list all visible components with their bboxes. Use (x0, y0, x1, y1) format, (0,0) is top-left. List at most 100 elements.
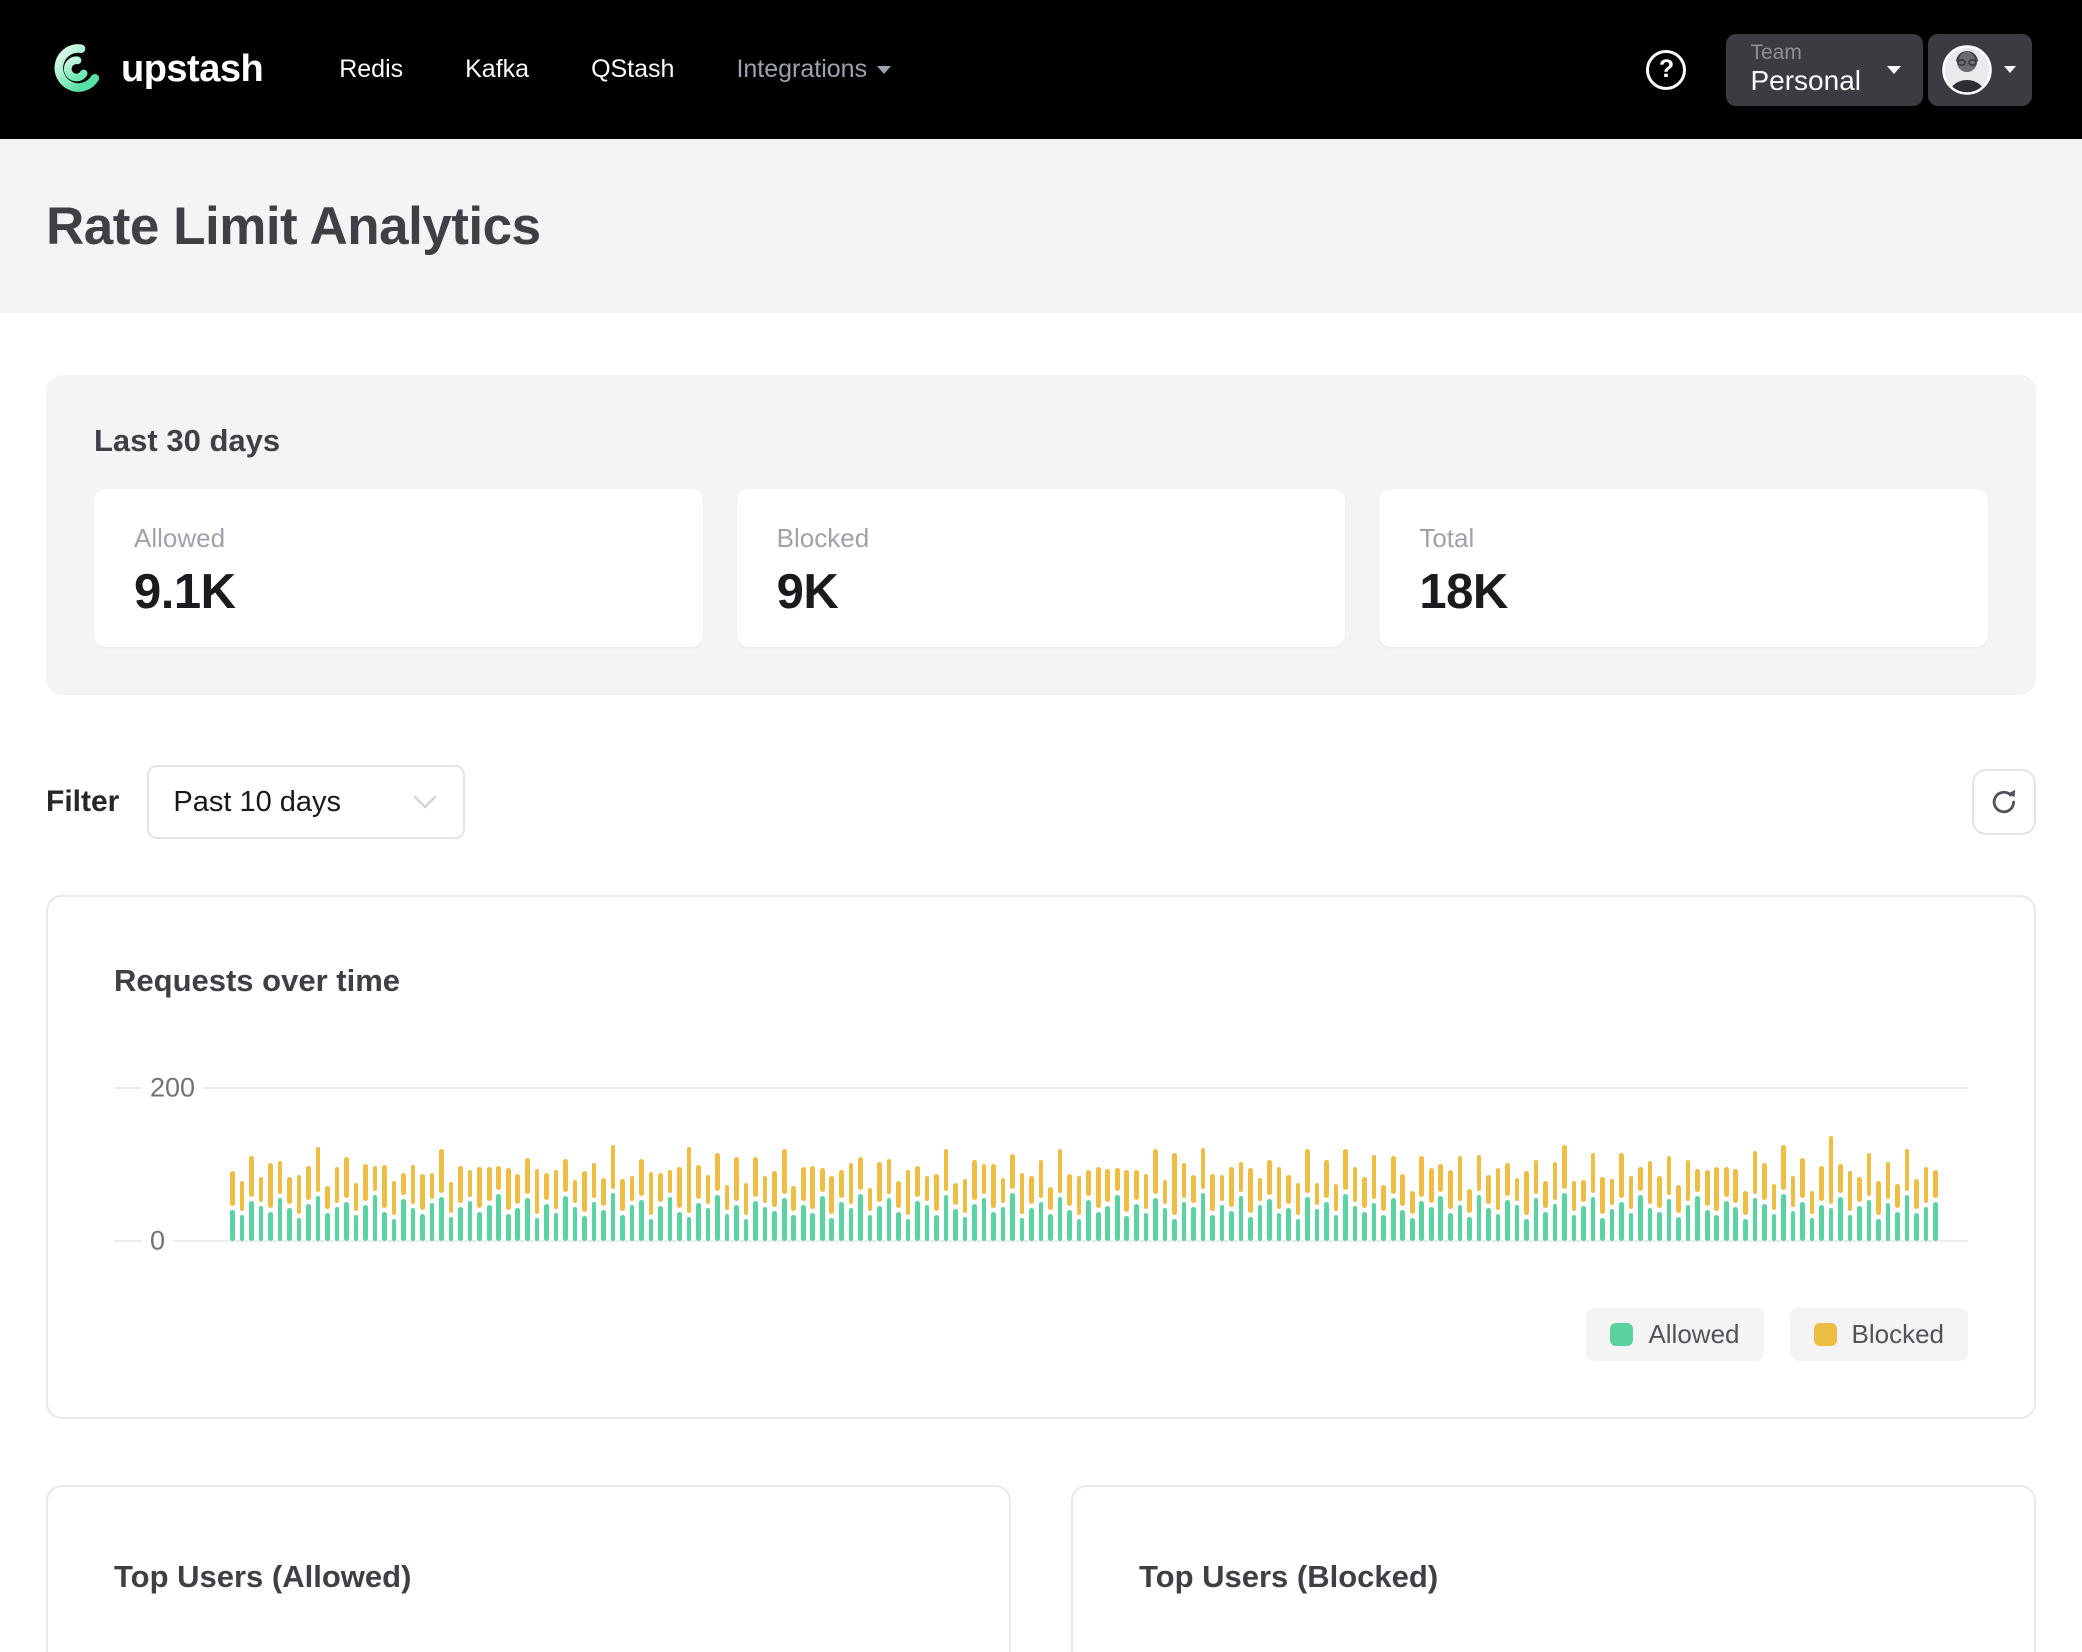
user-menu-button[interactable] (1928, 34, 2032, 106)
chart-bar (544, 1173, 549, 1241)
chevron-down-icon (413, 795, 437, 810)
refresh-button[interactable] (1972, 769, 2036, 835)
chart-bar (1876, 1181, 1881, 1241)
chart-bar (1743, 1191, 1748, 1241)
nav-link-qstash[interactable]: QStash (591, 55, 674, 84)
chart-bar (1305, 1149, 1310, 1241)
chart-bar (1534, 1160, 1539, 1241)
chart-bar (1438, 1164, 1443, 1241)
chart-bar (611, 1145, 616, 1241)
chart-bar (1191, 1175, 1196, 1241)
chart-bar (1172, 1153, 1177, 1242)
chart-bar (734, 1157, 739, 1241)
chart-bar (944, 1149, 949, 1241)
stat-value: 18K (1419, 564, 1948, 620)
chart-bar (268, 1163, 273, 1241)
chart-bar (1286, 1175, 1291, 1241)
brand-name: upstash (121, 48, 263, 91)
top-users-allowed-card: Top Users (Allowed) (46, 1485, 1011, 1652)
chart-bar (430, 1173, 435, 1241)
stat-value: 9.1K (134, 564, 663, 620)
chart-bar (363, 1164, 368, 1241)
chart-bar (1220, 1175, 1225, 1241)
stats-panel-title: Last 30 days (94, 423, 1988, 459)
chart-bar (1553, 1162, 1558, 1241)
chart-bar (1163, 1180, 1168, 1241)
chart-bar (1886, 1162, 1891, 1241)
chart-bar (1581, 1180, 1586, 1241)
chart-bar (1372, 1155, 1377, 1241)
chart-bar (1067, 1174, 1072, 1241)
chart-bar (401, 1173, 406, 1241)
chart-bar (1410, 1191, 1415, 1241)
chart-bar (849, 1163, 854, 1241)
chart-bar (1781, 1145, 1786, 1241)
chart-bar (1572, 1181, 1577, 1241)
chevron-down-icon (1887, 66, 1901, 74)
chart-bar (1762, 1163, 1767, 1241)
nav-link-kafka[interactable]: Kafka (465, 55, 529, 84)
upstash-logo[interactable]: upstash (45, 37, 263, 103)
chart-bar (240, 1181, 245, 1241)
chart-bar (1039, 1160, 1044, 1241)
y-axis-tick-200: 200 (142, 1073, 203, 1104)
chart-bar (1733, 1169, 1738, 1241)
legend-allowed[interactable]: Allowed (1586, 1308, 1763, 1361)
date-range-select[interactable]: Past 10 days (147, 765, 465, 839)
chart-bar (1486, 1175, 1491, 1241)
chart-bar (354, 1183, 359, 1241)
chart-bar (982, 1164, 987, 1241)
chart-bar (1600, 1177, 1605, 1241)
chart-bar (1667, 1156, 1672, 1241)
chart-bar (287, 1177, 292, 1241)
chart-bar (1400, 1174, 1405, 1241)
team-label: Team (1750, 41, 1801, 65)
chart-bar (1686, 1160, 1691, 1241)
chart-bar (953, 1183, 958, 1241)
chart-bar (1629, 1176, 1634, 1241)
chart-bar (1819, 1166, 1824, 1241)
chart-bar (696, 1165, 701, 1241)
chart-bar (1591, 1153, 1596, 1241)
chart-bar (639, 1159, 644, 1241)
chart-bar (449, 1182, 454, 1241)
chart-bar (1648, 1161, 1653, 1241)
chart-bar (525, 1158, 530, 1241)
chart-bar (1829, 1136, 1834, 1241)
chart-bar (753, 1157, 758, 1241)
chart-bar (420, 1174, 425, 1241)
chart-bar (1467, 1189, 1472, 1241)
chart-bar (906, 1170, 911, 1241)
nav-right-controls: ? Team Personal (1646, 34, 2032, 106)
chart-bar (1810, 1191, 1815, 1241)
team-switcher-button[interactable]: Team Personal (1726, 34, 1923, 106)
date-range-selected-value: Past 10 days (173, 786, 341, 819)
chart-bar (1505, 1163, 1510, 1241)
chart-bar (858, 1157, 863, 1241)
chart-bar (316, 1147, 321, 1241)
chart-bar (325, 1186, 330, 1241)
chart-bar (677, 1167, 682, 1241)
chart-bar (1096, 1167, 1101, 1241)
chart-bar (382, 1165, 387, 1241)
nav-link-redis[interactable]: Redis (339, 55, 403, 84)
chart-bar (1229, 1167, 1234, 1241)
chart-bar (1048, 1187, 1053, 1241)
nav-link-integrations-label: Integrations (736, 55, 867, 84)
chart-bar (392, 1181, 397, 1241)
chart-bar (1153, 1149, 1158, 1241)
chart-bar (706, 1175, 711, 1241)
chart-bar (925, 1176, 930, 1241)
chart-bar (1391, 1156, 1396, 1241)
rate-limit-analytics-page: upstash Redis Kafka QStash Integrations … (0, 0, 2082, 1652)
chart-bar (1496, 1168, 1501, 1241)
chart-bar (1657, 1176, 1662, 1241)
stat-label: Blocked (777, 523, 1306, 554)
chart-bar (1001, 1178, 1006, 1241)
nav-link-integrations[interactable]: Integrations (736, 55, 891, 84)
chart-bar (1210, 1174, 1215, 1241)
help-icon[interactable]: ? (1646, 50, 1686, 90)
chart-bar (1895, 1184, 1900, 1241)
legend-blocked[interactable]: Blocked (1790, 1308, 1969, 1361)
chart-bar (1029, 1176, 1034, 1241)
